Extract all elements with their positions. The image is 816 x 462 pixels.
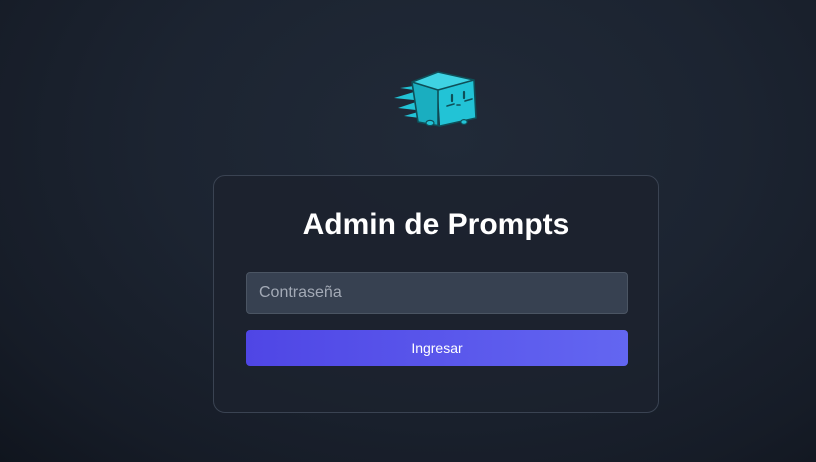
flying-cube-mascot-icon (394, 71, 477, 127)
page-title: Admin de Prompts (302, 208, 570, 241)
login-card: Admin de Prompts Ingresar (213, 175, 659, 413)
password-input[interactable] (246, 272, 628, 314)
login-button[interactable]: Ingresar (246, 330, 628, 366)
